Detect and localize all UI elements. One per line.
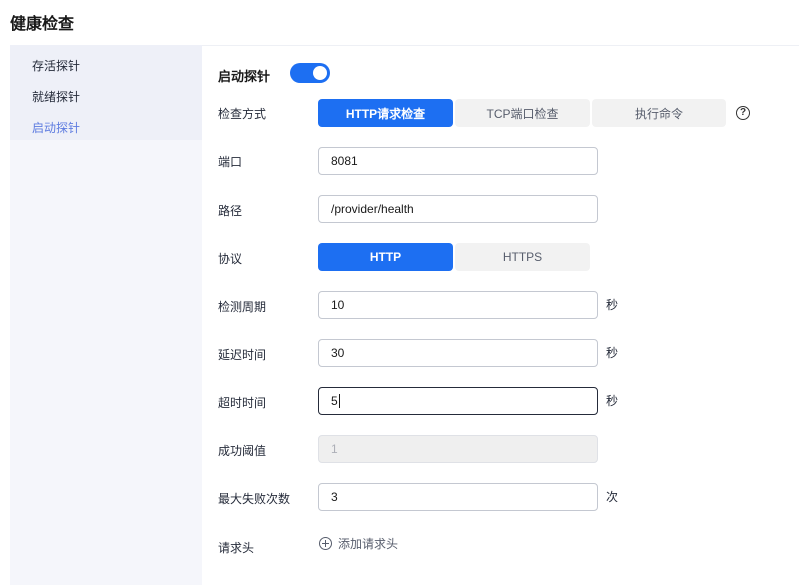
failure-threshold-label: 最大失败次数	[218, 492, 291, 506]
protocol-label: 协议	[218, 252, 243, 266]
period-value: 10	[331, 298, 345, 312]
delay-label: 延迟时间	[218, 348, 267, 362]
page-title: 健康检查	[10, 16, 75, 33]
check-method-label: 检查方式	[218, 107, 267, 121]
port-input[interactable]: 8081	[318, 147, 598, 175]
delay-input[interactable]: 30	[318, 339, 598, 367]
timeout-label: 超时时间	[218, 396, 267, 410]
failure-threshold-unit: 次	[606, 490, 619, 504]
headers-label: 请求头	[218, 541, 255, 555]
toggle-knob	[313, 66, 327, 80]
path-input[interactable]: /provider/health	[318, 195, 598, 223]
success-threshold-input: 1	[318, 435, 598, 463]
sidebar-item-readiness-probe[interactable]: 就绪探针	[32, 88, 80, 105]
failure-threshold-value: 3	[331, 490, 338, 504]
question-circle-icon[interactable]: ?	[736, 106, 750, 120]
port-value: 8081	[331, 154, 358, 168]
check-method-http-button[interactable]: HTTP请求检查	[318, 99, 453, 127]
sidebar-item-liveness-probe[interactable]: 存活探针	[32, 57, 80, 74]
add-header-button[interactable]: 添加请求头	[319, 535, 398, 552]
protocol-http-button[interactable]: HTTP	[318, 243, 453, 271]
path-label: 路径	[218, 204, 243, 218]
check-method-tcp-button[interactable]: TCP端口检查	[455, 99, 590, 127]
timeout-unit: 秒	[606, 394, 619, 408]
period-unit: 秒	[606, 298, 619, 312]
check-method-exec-button[interactable]: 执行命令	[592, 99, 726, 127]
success-threshold-value: 1	[331, 442, 338, 456]
protocol-https-button[interactable]: HTTPS	[455, 243, 590, 271]
timeout-input[interactable]: 5	[318, 387, 598, 415]
add-header-label: 添加请求头	[338, 537, 399, 551]
path-value: /provider/health	[331, 202, 414, 216]
text-caret	[338, 394, 340, 408]
sidebar: 存活探针 就绪探针 启动探针	[10, 45, 202, 585]
failure-threshold-input[interactable]: 3	[318, 483, 598, 511]
sidebar-item-startup-probe[interactable]: 启动探针	[32, 119, 80, 136]
probe-enable-toggle[interactable]	[290, 63, 330, 83]
period-input[interactable]: 10	[318, 291, 598, 319]
section-title: 启动探针	[218, 69, 271, 84]
success-threshold-label: 成功阈值	[218, 444, 267, 458]
plus-circle-icon	[319, 537, 332, 550]
delay-unit: 秒	[606, 346, 619, 360]
port-label: 端口	[218, 155, 243, 169]
timeout-value: 5	[331, 394, 338, 408]
delay-value: 30	[331, 346, 345, 360]
period-label: 检测周期	[218, 300, 267, 314]
